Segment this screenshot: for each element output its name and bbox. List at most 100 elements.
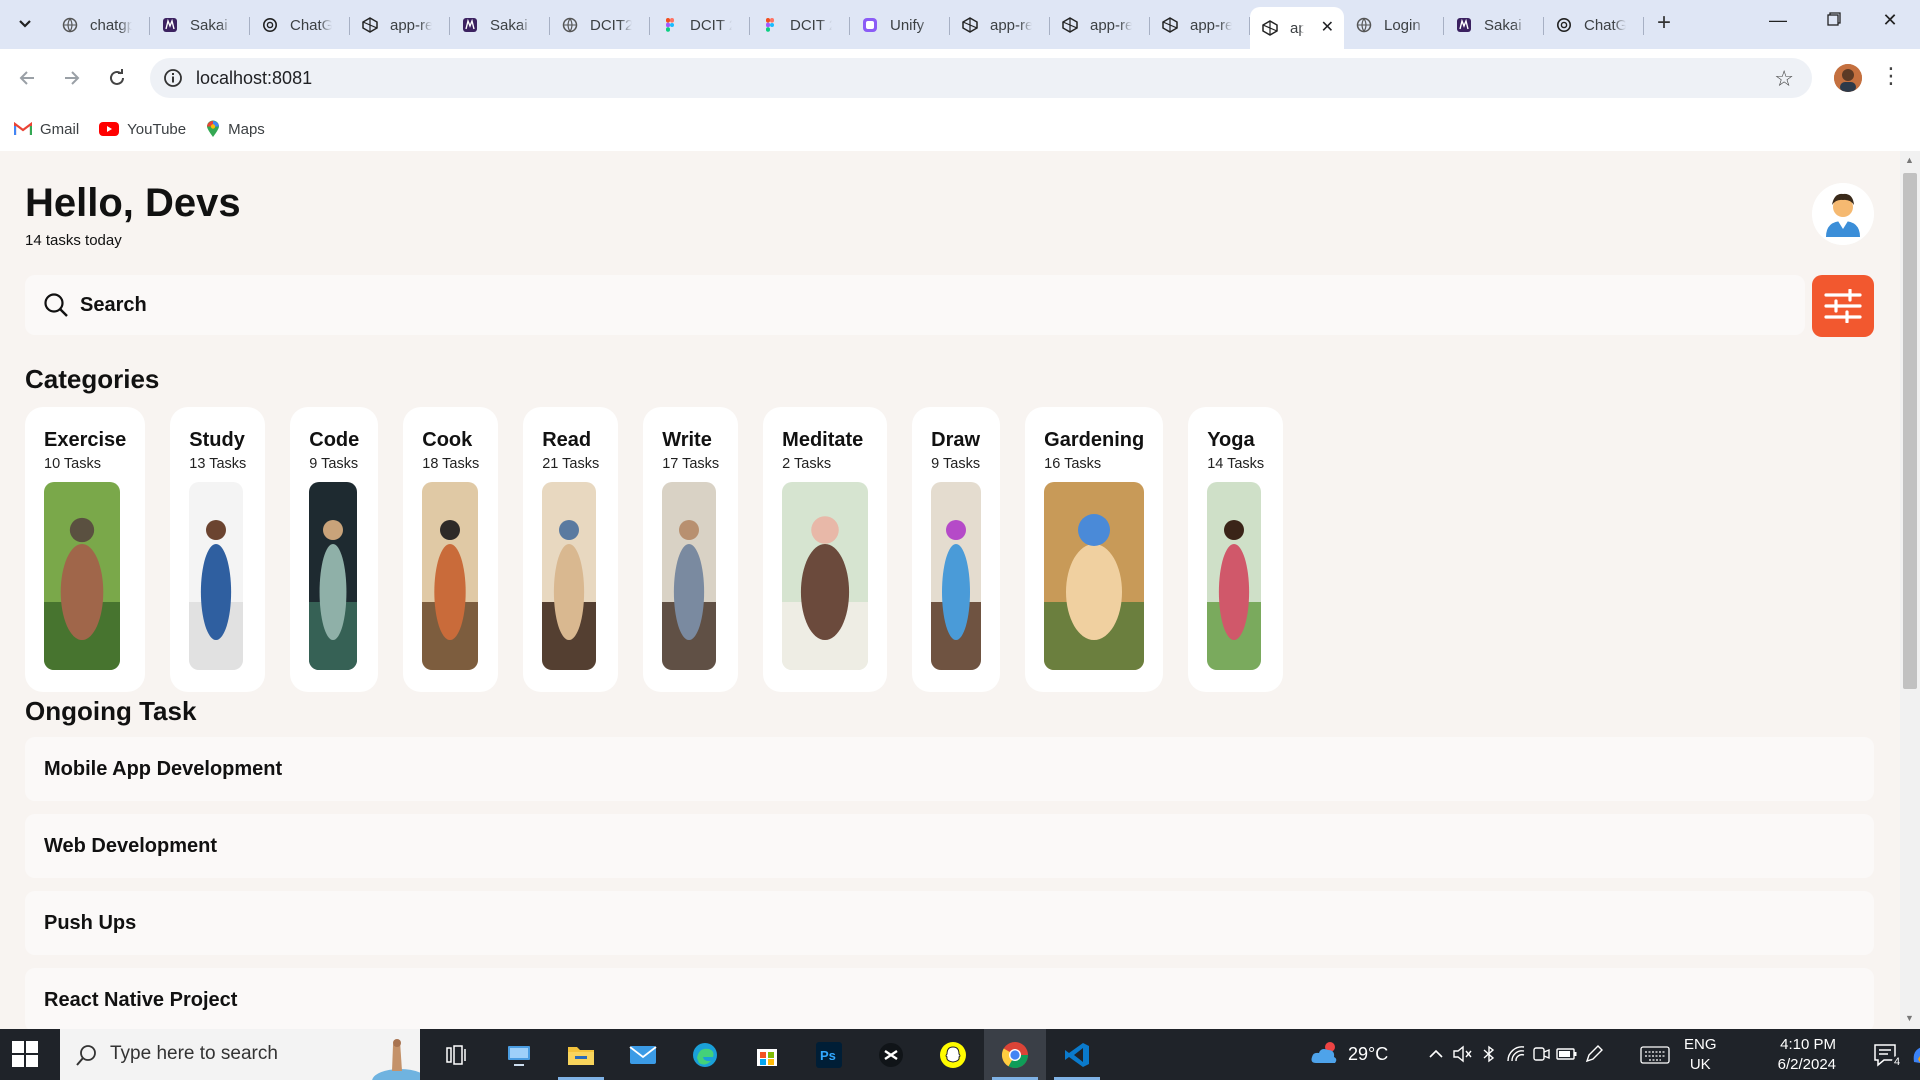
category-card-write[interactable]: Write 17 Tasks: [643, 407, 739, 692]
ongoing-task-heading: Ongoing Task: [25, 696, 197, 726]
category-card-study[interactable]: Study 13 Tasks: [170, 407, 266, 692]
browser-toolbar: localhost:8081 ☆ ⋮: [0, 49, 1920, 107]
tab-title: Sakai: [190, 16, 228, 34]
browser-tab-active[interactable]: ap ✕: [1250, 7, 1344, 49]
search-input[interactable]: [80, 289, 1680, 321]
browser-tab[interactable]: Sakai: [1444, 7, 1544, 43]
close-tab-icon[interactable]: ✕: [1321, 17, 1334, 37]
category-card-code[interactable]: Code 9 Tasks: [290, 407, 379, 692]
bookmark-gmail[interactable]: Gmail: [14, 121, 79, 138]
category-card-meditate[interactable]: Meditate 2 Tasks: [763, 407, 888, 692]
browser-tab[interactable]: app-react: [950, 7, 1050, 43]
browser-tab[interactable]: Sakai: [150, 7, 250, 43]
search-bar: [25, 275, 1805, 335]
reload-button[interactable]: [100, 61, 134, 95]
speaker-muted-icon[interactable]: [1452, 1045, 1472, 1063]
copilot-icon[interactable]: [1910, 1042, 1920, 1068]
battery-icon[interactable]: [1556, 1046, 1578, 1062]
category-name: Read: [542, 429, 592, 451]
taskbar-app-mail[interactable]: [612, 1029, 674, 1080]
ongoing-task-item[interactable]: React Native Project: [25, 968, 1874, 1029]
scroll-up-icon[interactable]: ▲: [1905, 155, 1914, 165]
category-image: [542, 482, 597, 670]
ongoing-task-list: Mobile App Development Web Development Pus…: [25, 737, 1874, 1029]
category-image: [782, 482, 869, 670]
category-card-draw[interactable]: Draw 9 Tasks: [912, 407, 1001, 692]
new-tab-button[interactable]: +: [1650, 10, 1678, 38]
category-card-gardening[interactable]: Gardening 16 Tasks: [1025, 407, 1164, 692]
taskbar-app-store[interactable]: [736, 1029, 798, 1080]
category-card-cook[interactable]: Cook 18 Tasks: [403, 407, 499, 692]
taskbar-app-remote-desktop[interactable]: [488, 1029, 550, 1080]
bluetooth-icon[interactable]: [1480, 1045, 1498, 1063]
bookmark-maps[interactable]: Maps: [206, 120, 265, 138]
user-avatar[interactable]: [1812, 183, 1874, 245]
photoshop-icon: Ps: [816, 1041, 842, 1068]
browser-tab[interactable]: ChatGPT: [1544, 7, 1644, 43]
browser-tab[interactable]: ChatGPT: [250, 7, 350, 43]
ongoing-task-item[interactable]: Web Development: [25, 814, 1874, 878]
browser-tab[interactable]: DCIT 2: [650, 7, 750, 43]
taskbar-app-snapchat[interactable]: [922, 1029, 984, 1080]
profile-avatar[interactable]: [1834, 64, 1862, 92]
browser-tab[interactable]: DCIT 2: [750, 7, 850, 43]
browser-tab[interactable]: app-react: [350, 7, 450, 43]
forward-button[interactable]: [55, 61, 89, 95]
expo-icon: [1262, 20, 1278, 36]
page-scrollbar[interactable]: ▲ ▼: [1900, 151, 1920, 1029]
category-image: [1207, 482, 1262, 670]
taskbar-app-chrome[interactable]: [984, 1029, 1046, 1080]
tab-search-button[interactable]: [6, 7, 44, 41]
wifi-icon[interactable]: [1506, 1045, 1526, 1063]
taskbar-app-photoshop[interactable]: Ps: [798, 1029, 860, 1080]
clock[interactable]: 4:10 PM 6/2/2024: [1726, 1035, 1836, 1075]
pen-icon[interactable]: [1584, 1044, 1604, 1064]
category-card-read[interactable]: Read 21 Tasks: [523, 407, 619, 692]
browser-tab[interactable]: DCIT2: [550, 7, 650, 43]
taskbar-app-vscode[interactable]: [1046, 1029, 1108, 1080]
category-card-exercise[interactable]: Exercise 10 Tasks: [25, 407, 146, 692]
minimize-button[interactable]: —: [1758, 10, 1798, 38]
clock-date: 6/2/2024: [1777, 1056, 1836, 1073]
back-button[interactable]: [10, 61, 44, 95]
info-icon[interactable]: [162, 67, 184, 89]
filter-button[interactable]: [1812, 275, 1874, 337]
bookmark-star-icon[interactable]: ☆: [1774, 66, 1794, 92]
taskbar-search-box[interactable]: Type here to search: [60, 1029, 420, 1080]
chevron-up-icon[interactable]: [1428, 1047, 1444, 1061]
expo-icon: [1162, 17, 1178, 33]
task-view-button[interactable]: [426, 1029, 488, 1080]
browser-tab[interactable]: app-react: [1150, 7, 1250, 43]
browser-tab[interactable]: app-react: [1050, 7, 1150, 43]
greeting-heading: Hello, Devs: [25, 181, 241, 225]
close-window-button[interactable]: ✕: [1870, 10, 1910, 38]
task-view-icon: [446, 1044, 466, 1065]
scrollbar-thumb[interactable]: [1903, 173, 1917, 689]
address-bar[interactable]: localhost:8081 ☆: [150, 58, 1812, 98]
weather-widget[interactable]: 29°C: [1310, 1041, 1388, 1067]
cloudy-weather-icon: [1311, 1042, 1337, 1063]
browser-menu-button[interactable]: ⋮: [1880, 63, 1902, 89]
ongoing-task-item[interactable]: Push Ups: [25, 891, 1874, 955]
input-language[interactable]: ENG UK: [1684, 1035, 1717, 1075]
ongoing-task-item[interactable]: Mobile App Development: [25, 737, 1874, 801]
keyboard-icon[interactable]: [1640, 1046, 1670, 1064]
meet-now-icon[interactable]: [1532, 1045, 1550, 1063]
figma-icon: [662, 17, 678, 33]
url-text[interactable]: localhost:8081: [196, 68, 312, 89]
monitor-icon: [508, 1045, 530, 1066]
category-card-yoga[interactable]: Yoga 14 Tasks: [1188, 407, 1284, 692]
restore-button[interactable]: [1814, 10, 1854, 38]
windows-start-icon[interactable]: [12, 1041, 38, 1067]
browser-tab[interactable]: chatgpt: [50, 7, 150, 43]
browser-tab[interactable]: Unify: [850, 7, 950, 43]
taskbar-app-file-explorer[interactable]: [550, 1029, 612, 1080]
scroll-down-icon[interactable]: ▼: [1905, 1013, 1914, 1023]
user-photo-icon: [1834, 64, 1862, 92]
browser-tab[interactable]: Sakai: [450, 7, 550, 43]
sliders-icon: [1824, 289, 1862, 323]
taskbar-app-capcut[interactable]: [860, 1029, 922, 1080]
bookmark-youtube[interactable]: YouTube: [99, 121, 186, 138]
browser-tab[interactable]: Login: [1344, 7, 1444, 43]
taskbar-app-edge[interactable]: [674, 1029, 736, 1080]
